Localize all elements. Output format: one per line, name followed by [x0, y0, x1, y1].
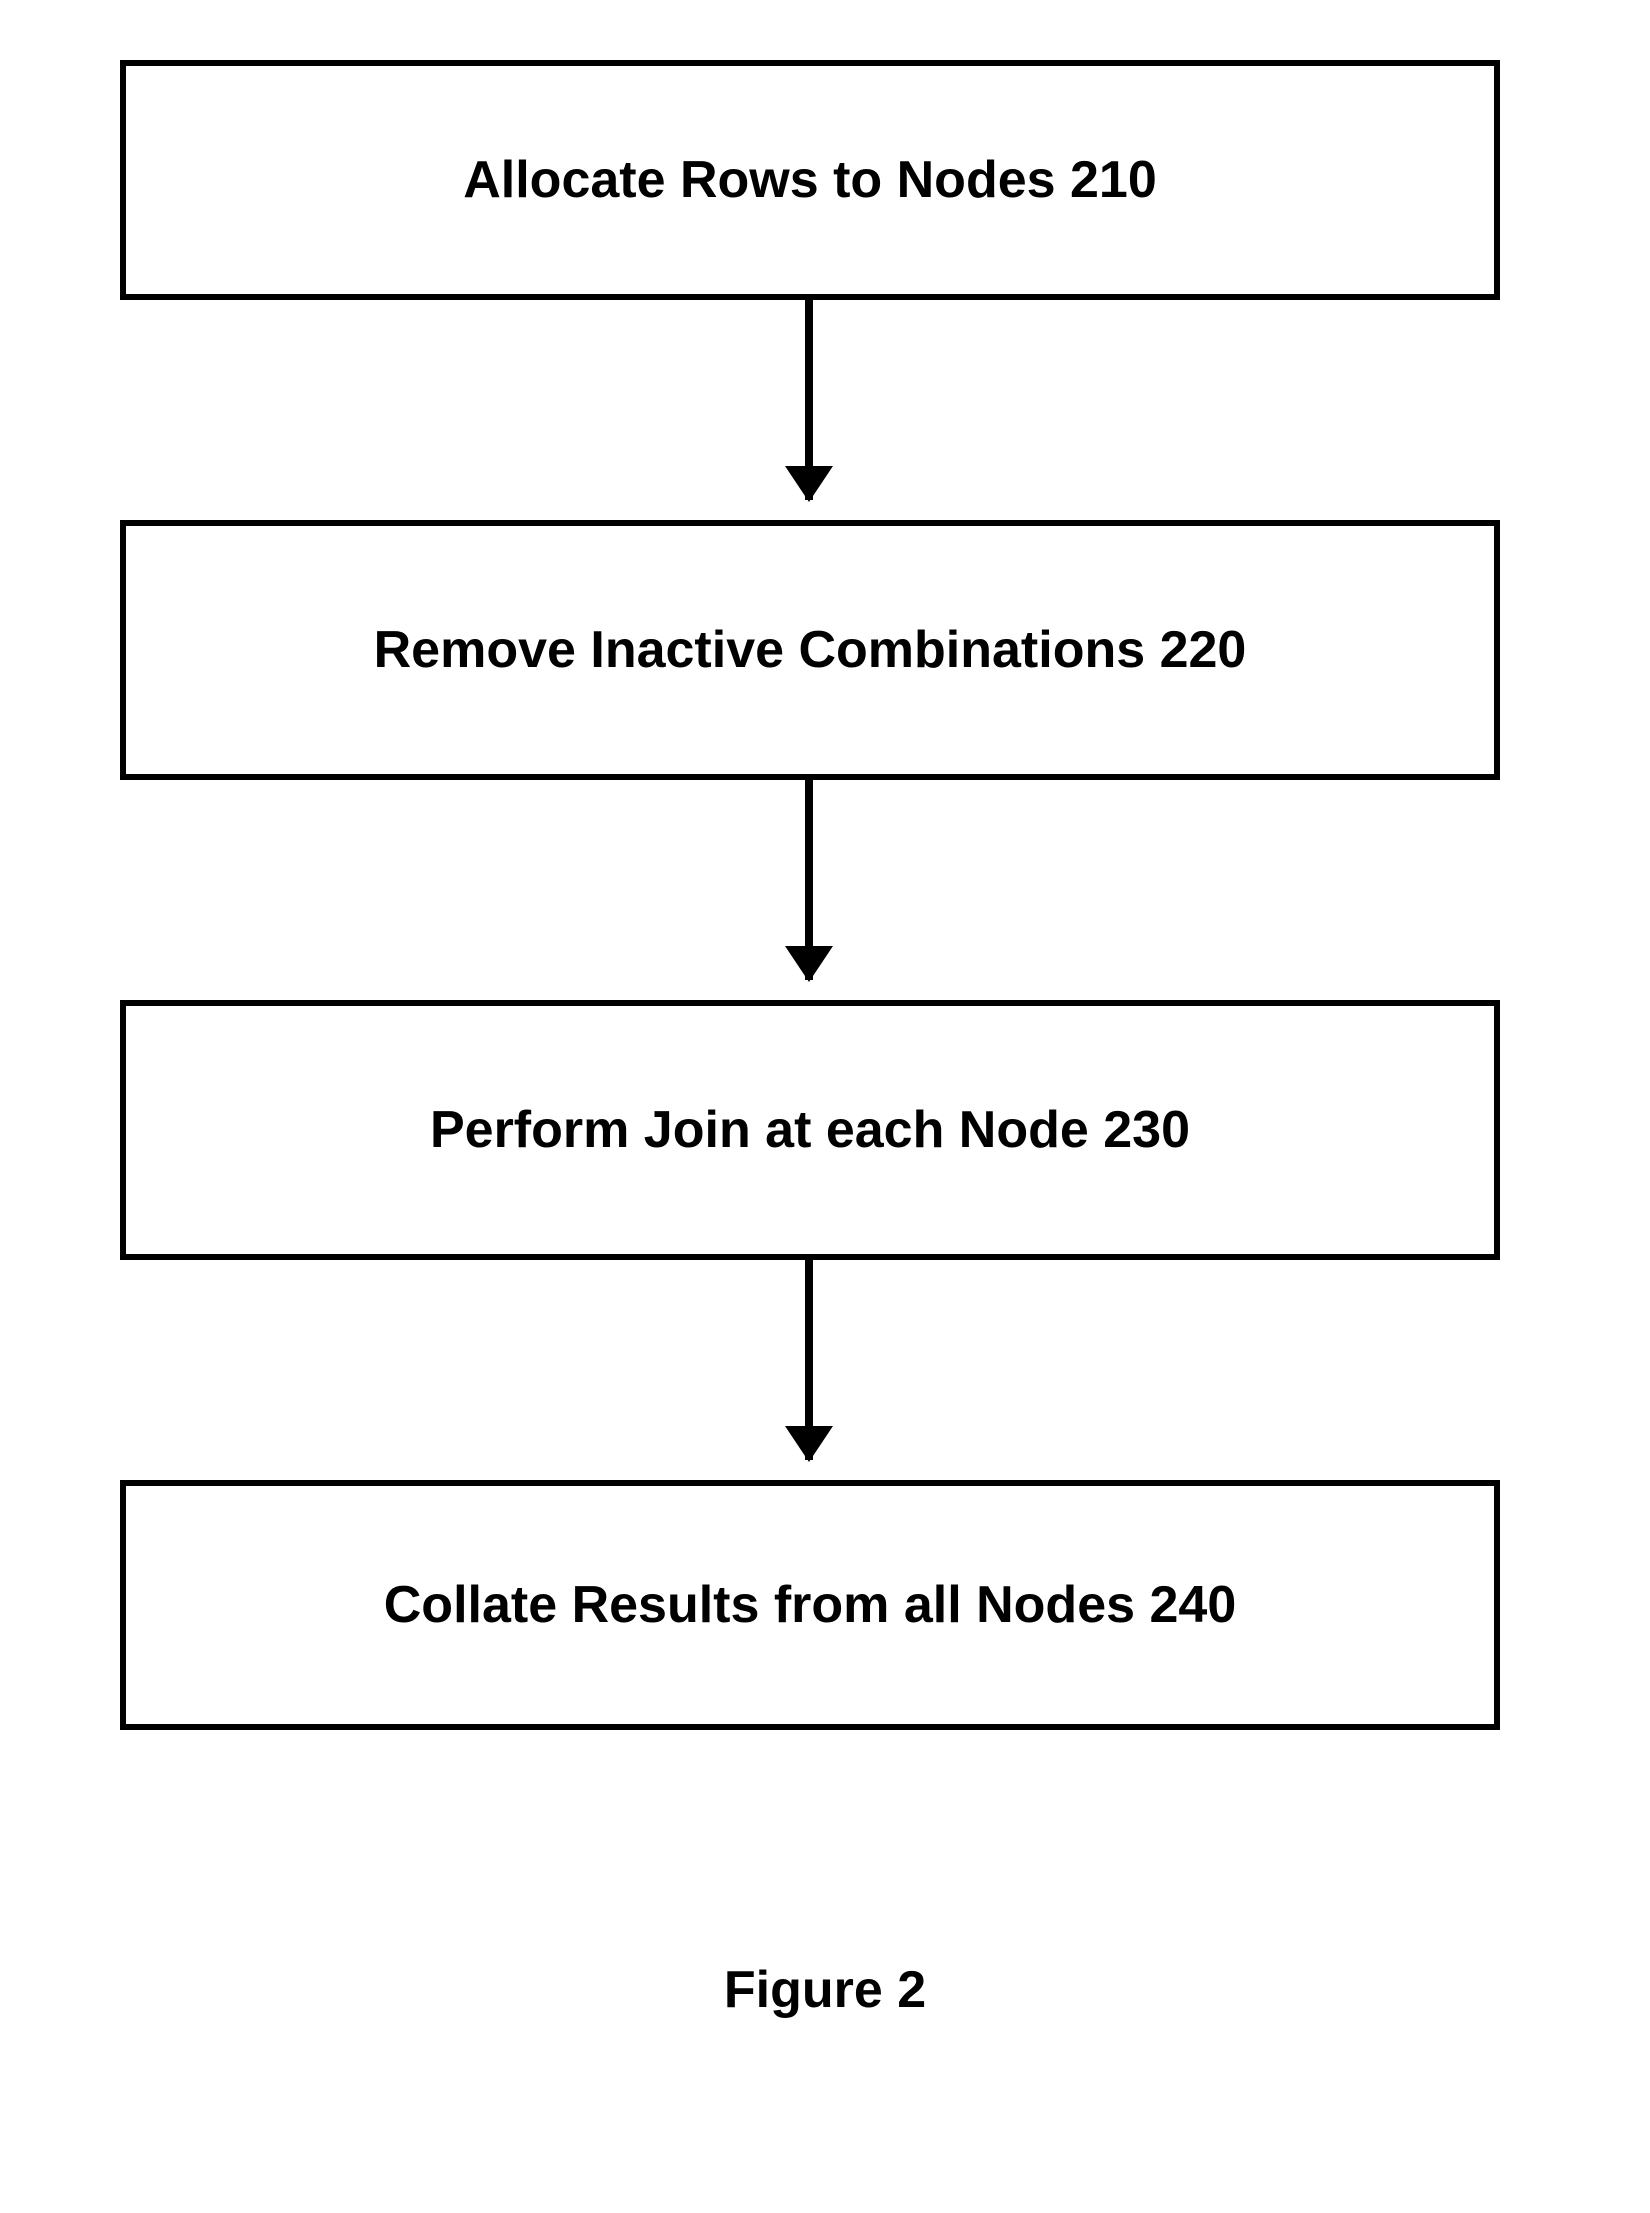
- figure-caption: Figure 2: [0, 1960, 1650, 2020]
- arrow-down-icon: [805, 1260, 813, 1460]
- step-label: Remove Inactive Combinations 220: [374, 620, 1247, 680]
- step-box-remove-inactive: Remove Inactive Combinations 220: [120, 520, 1500, 780]
- figure-label: Figure 2: [724, 1961, 926, 2019]
- arrow-down-icon: [805, 780, 813, 980]
- step-box-perform-join: Perform Join at each Node 230: [120, 1000, 1500, 1260]
- step-box-allocate-rows: Allocate Rows to Nodes 210: [120, 60, 1500, 300]
- arrow-down-icon: [805, 300, 813, 500]
- flowchart-canvas: Allocate Rows to Nodes 210 Remove Inacti…: [0, 0, 1650, 2213]
- step-box-collate-results: Collate Results from all Nodes 240: [120, 1480, 1500, 1730]
- step-label: Allocate Rows to Nodes 210: [463, 150, 1157, 210]
- step-label: Perform Join at each Node 230: [430, 1100, 1190, 1160]
- step-label: Collate Results from all Nodes 240: [384, 1575, 1237, 1635]
